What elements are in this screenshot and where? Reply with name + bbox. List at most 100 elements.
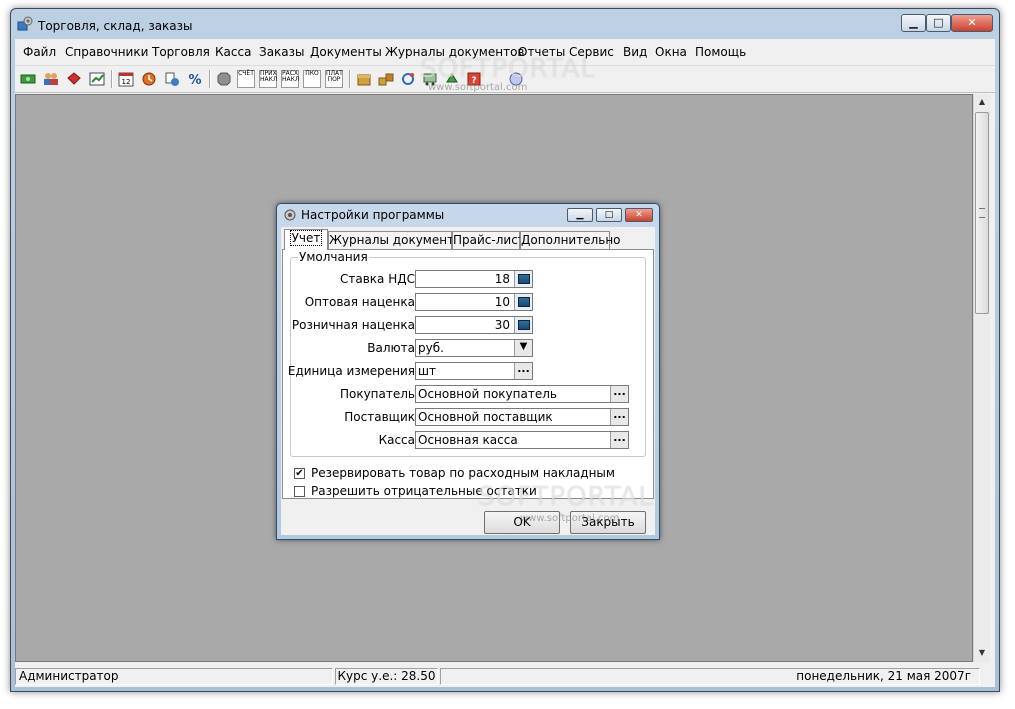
chart-icon[interactable] [88,70,106,88]
dialog-title: Настройки программы [301,208,445,222]
tab-accounting[interactable]: Учет [284,229,328,250]
buyer-field[interactable]: Основной покупатель ... [415,385,629,403]
tab-panel-accounting: Умолчания Ставка НДС 18 Оптовая наценка … [282,249,654,499]
dialog-maximize-icon: □ [604,210,614,220]
money-icon[interactable] [19,70,37,88]
retail-label: Розничная наценка [291,318,415,332]
wholesale-label: Оптовая наценка [304,295,415,309]
scroll-thumb[interactable] [975,112,989,314]
menu-journals[interactable]: Журналы документов [385,45,524,59]
discount-icon[interactable]: % [186,70,204,88]
toolbar-separator [349,70,351,88]
supplier-browse-button[interactable]: ... [610,409,628,425]
reserve-checkbox-label[interactable]: Резервировать товар по расходным накладн… [311,466,615,480]
currency-dropdown-button[interactable]: ▼ [514,340,532,356]
menu-service[interactable]: Сервис [569,45,614,59]
scroll-down-icon[interactable]: ▼ [977,648,987,658]
close-button[interactable]: ✕ [951,14,993,32]
unit-label: Единица измерения [287,364,415,378]
cash-in-icon[interactable]: ПКО [303,70,321,88]
payment-icon[interactable]: ПЛАТ ПОР [325,70,343,88]
menu-cash[interactable]: Касса [215,45,251,59]
tab-price-list[interactable]: Прайс-лист [452,231,525,250]
status-rate: Курс у.е.: 28.50 [335,668,438,685]
toolbar: 12 % СЧЁТ ПРИХ НАКЛ РАСХ НАКЛ ПКО ПЛАТ П… [15,66,995,93]
menu-windows[interactable]: Окна [655,45,687,59]
scroll-up-icon[interactable]: ▲ [977,97,987,107]
wholesale-calculator-button[interactable] [514,294,532,310]
expense-label: РАСХ НАКЛ [282,70,300,83]
disk-icon[interactable] [443,70,461,88]
dialog-settings-icon [284,209,296,221]
calculator-icon [517,297,530,307]
supplier-value: Основной поставщик [418,410,553,424]
menu-file[interactable]: Файл [23,45,56,59]
warehouse-icon[interactable] [140,70,158,88]
retail-calculator-button[interactable] [514,317,532,333]
wholesale-field[interactable]: 10 [415,293,533,311]
help-icon[interactable]: ? [465,70,483,88]
menu-help[interactable]: Помощь [695,45,746,59]
menu-references[interactable]: Справочники [65,45,148,59]
box-icon[interactable] [355,70,373,88]
refresh-icon[interactable] [399,70,417,88]
cash-in-label: ПКО [305,70,319,77]
buyer-browse-button[interactable]: ... [610,386,628,402]
ellipsis-icon: ... [613,431,626,444]
payment-label: ПЛАТ ПОР [326,70,343,83]
ok-button[interactable]: OK [484,511,560,534]
dialog-maximize-button[interactable]: □ [596,208,622,222]
menu-orders[interactable]: Заказы [259,45,305,59]
retail-field[interactable]: 30 [415,316,533,334]
negative-stock-checkbox-label[interactable]: Разрешить отрицательные остатки [311,484,537,498]
menu-view[interactable]: Вид [623,45,647,59]
tab-journals[interactable]: Журналы документов [328,231,468,250]
tab-accounting-label: Учет [289,230,323,246]
menu-documents[interactable]: Документы [310,45,382,59]
vat-label: Ставка НДС [340,272,415,286]
goods-icon[interactable] [65,70,83,88]
calendar-icon[interactable]: 12 [117,70,135,88]
dialog-minimize-button[interactable]: ▁ [567,208,593,222]
close-dialog-button[interactable]: Закрыть [570,511,646,534]
unit-value: шт [418,364,436,378]
minimize-button[interactable]: ▁ [901,14,926,32]
settings-dialog: Настройки программы ▁ □ ✕ Учет Журналы д… [276,203,660,540]
chevron-down-icon: ▼ [519,341,528,352]
cashbox-browse-button[interactable]: ... [610,432,628,448]
invoice-label: СЧЁТ [238,70,254,77]
currency-select[interactable]: руб. ▼ [415,339,533,357]
cashbox-field[interactable]: Основная касса ... [415,431,629,449]
supplier-field[interactable]: Основной поставщик ... [415,408,629,426]
invoice-icon[interactable]: СЧЁТ [237,70,255,88]
stop-icon[interactable] [215,70,233,88]
title-bar[interactable]: Торговля, склад, заказы ▁ □ ✕ [11,9,999,39]
svg-text:%: % [188,73,201,88]
ellipsis-icon: ... [517,362,530,375]
unit-field[interactable]: шт ... [415,362,533,380]
vat-calculator-button[interactable] [514,271,532,287]
cashbox-value: Основная касса [418,433,518,447]
maximize-button[interactable]: □ [926,14,951,32]
menu-reports[interactable]: Отчеты [518,45,565,59]
toolbar-separator [111,70,113,88]
negative-stock-checkbox[interactable] [294,486,305,497]
dialog-close-icon: ✕ [635,210,643,220]
menu-trade[interactable]: Торговля [152,45,210,59]
unit-browse-button[interactable]: ... [514,363,532,379]
cart-icon[interactable] [421,70,439,88]
vat-field[interactable]: 18 [415,270,533,288]
minimize-icon: ▁ [909,16,918,29]
maximize-icon: □ [933,16,944,29]
dialog-close-button[interactable]: ✕ [625,208,653,222]
about-icon[interactable] [507,70,525,88]
users-icon[interactable] [42,70,60,88]
boxes-icon[interactable] [377,70,395,88]
expense-icon[interactable]: РАСХ НАКЛ [281,70,299,88]
tab-additional[interactable]: Дополнительно [520,231,621,250]
reserve-checkbox[interactable]: ✔ [294,468,305,479]
status-user: Администратор [15,668,333,685]
basket-icon[interactable] [163,70,181,88]
receipt-icon[interactable]: ПРИХ НАКЛ [259,70,277,88]
vertical-scrollbar[interactable]: ▲ ▼ [973,94,990,662]
